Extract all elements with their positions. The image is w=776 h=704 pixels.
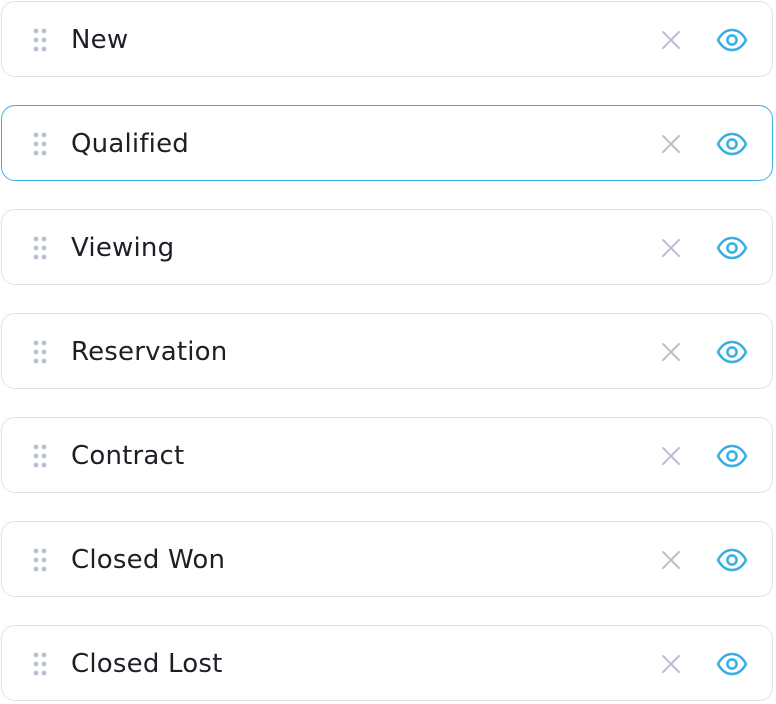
drag-handle-icon[interactable] — [33, 132, 47, 156]
stage-row-contract[interactable]: Contract — [1, 417, 773, 493]
drag-handle-icon[interactable] — [33, 652, 47, 676]
toggle-visibility-button[interactable] — [712, 210, 752, 286]
stage-label: Closed Lost — [71, 649, 223, 679]
close-icon — [662, 343, 680, 361]
toggle-visibility-button[interactable] — [712, 626, 752, 702]
drag-handle-icon[interactable] — [33, 28, 47, 52]
stage-label: New — [71, 25, 129, 55]
drag-handle-icon[interactable] — [33, 548, 47, 572]
remove-stage-button[interactable] — [656, 106, 686, 182]
stage-row-viewing[interactable]: Viewing — [1, 209, 773, 285]
stage-row-reservation[interactable]: Reservation — [1, 313, 773, 389]
eye-icon — [716, 28, 748, 52]
toggle-visibility-button[interactable] — [712, 418, 752, 494]
stage-label: Closed Won — [71, 545, 226, 575]
drag-handle-icon[interactable] — [33, 340, 47, 364]
eye-icon — [716, 444, 748, 468]
close-icon — [662, 447, 680, 465]
stage-row-closed-lost[interactable]: Closed Lost — [1, 625, 773, 701]
stage-label: Reservation — [71, 337, 228, 367]
remove-stage-button[interactable] — [656, 418, 686, 494]
remove-stage-button[interactable] — [656, 2, 686, 78]
drag-handle-icon[interactable] — [33, 236, 47, 260]
close-icon — [662, 655, 680, 673]
remove-stage-button[interactable] — [656, 626, 686, 702]
stage-row-qualified[interactable]: Qualified — [1, 105, 773, 181]
close-icon — [662, 31, 680, 49]
stage-label: Qualified — [71, 129, 190, 159]
toggle-visibility-button[interactable] — [712, 522, 752, 598]
eye-icon — [716, 132, 748, 156]
eye-icon — [716, 548, 748, 572]
toggle-visibility-button[interactable] — [712, 314, 752, 390]
remove-stage-button[interactable] — [656, 210, 686, 286]
close-icon — [662, 239, 680, 257]
eye-icon — [716, 236, 748, 260]
drag-handle-icon[interactable] — [33, 444, 47, 468]
eye-icon — [716, 340, 748, 364]
stage-label: Viewing — [71, 233, 175, 263]
eye-icon — [716, 652, 748, 676]
stage-row-new[interactable]: New — [1, 1, 773, 77]
toggle-visibility-button[interactable] — [712, 2, 752, 78]
stage-list: New Qualified Viewing Reservation Contra… — [0, 0, 776, 704]
remove-stage-button[interactable] — [656, 522, 686, 598]
close-icon — [662, 135, 680, 153]
remove-stage-button[interactable] — [656, 314, 686, 390]
stage-row-closed-won[interactable]: Closed Won — [1, 521, 773, 597]
close-icon — [662, 551, 680, 569]
toggle-visibility-button[interactable] — [712, 106, 752, 182]
stage-label: Contract — [71, 441, 185, 471]
